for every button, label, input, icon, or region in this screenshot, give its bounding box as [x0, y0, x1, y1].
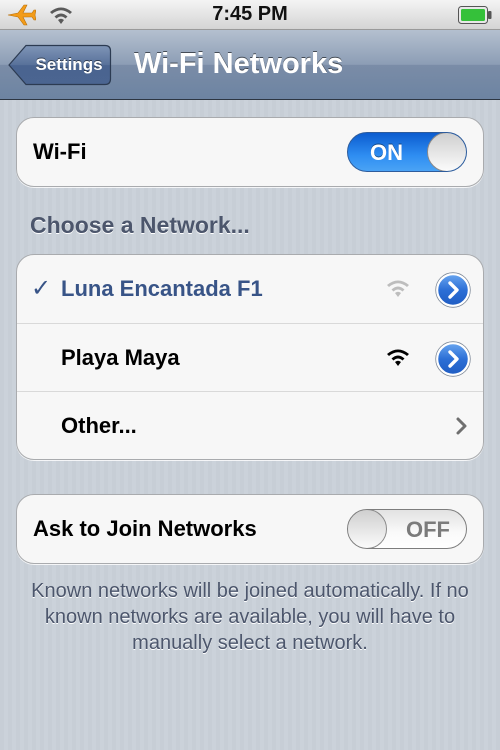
settings-back-button[interactable]: Settings — [8, 44, 112, 86]
wifi-signal-icon — [385, 277, 411, 304]
switch-knob — [427, 133, 466, 171]
navigation-bar: Settings Wi-Fi Networks — [0, 30, 500, 100]
status-bar: 7:45 PM — [0, 0, 500, 30]
ask-to-join-group: Ask to Join Networks OFF — [16, 494, 484, 564]
wifi-toggle-row: Wi-Fi ON — [17, 118, 483, 186]
network-name: Playa Maya — [61, 345, 180, 370]
ask-to-join-switch[interactable]: OFF — [347, 509, 467, 549]
ask-to-join-switch-state: OFF — [406, 517, 450, 542]
wifi-signal-icon — [385, 346, 411, 373]
other-network-row[interactable]: Other... — [17, 391, 483, 459]
battery-icon — [458, 6, 492, 29]
other-network-label: Other... — [61, 413, 137, 438]
detail-disclosure-icon[interactable] — [435, 272, 471, 313]
wifi-toggle-group: Wi-Fi ON — [16, 117, 484, 187]
ask-to-join-label: Ask to Join Networks — [33, 516, 257, 541]
status-time: 7:45 PM — [212, 3, 288, 25]
section-header: Choose a Network... — [30, 212, 250, 238]
checkmark-icon: ✓ — [31, 275, 52, 302]
ask-to-join-row: Ask to Join Networks OFF — [17, 495, 483, 563]
chevron-right-icon — [455, 416, 469, 441]
wifi-switch-state: ON — [370, 140, 403, 165]
network-row-playa-maya[interactable]: Playa Maya — [17, 323, 483, 391]
wifi-toggle-label: Wi-Fi — [33, 139, 87, 164]
network-name: Luna Encantada F1 — [61, 276, 263, 301]
wifi-switch[interactable]: ON — [347, 132, 467, 172]
detail-disclosure-icon[interactable] — [435, 341, 471, 382]
page-title: Wi-Fi Networks — [134, 48, 344, 80]
networks-group: ✓ Luna Encantada F1 Playa Maya Other... — [16, 254, 484, 460]
back-button-label: Settings — [35, 55, 103, 74]
footer-explanation: Known networks will be joined automatica… — [31, 580, 469, 654]
network-row-luna-encantada[interactable]: ✓ Luna Encantada F1 — [17, 255, 483, 323]
switch-knob — [348, 510, 387, 548]
